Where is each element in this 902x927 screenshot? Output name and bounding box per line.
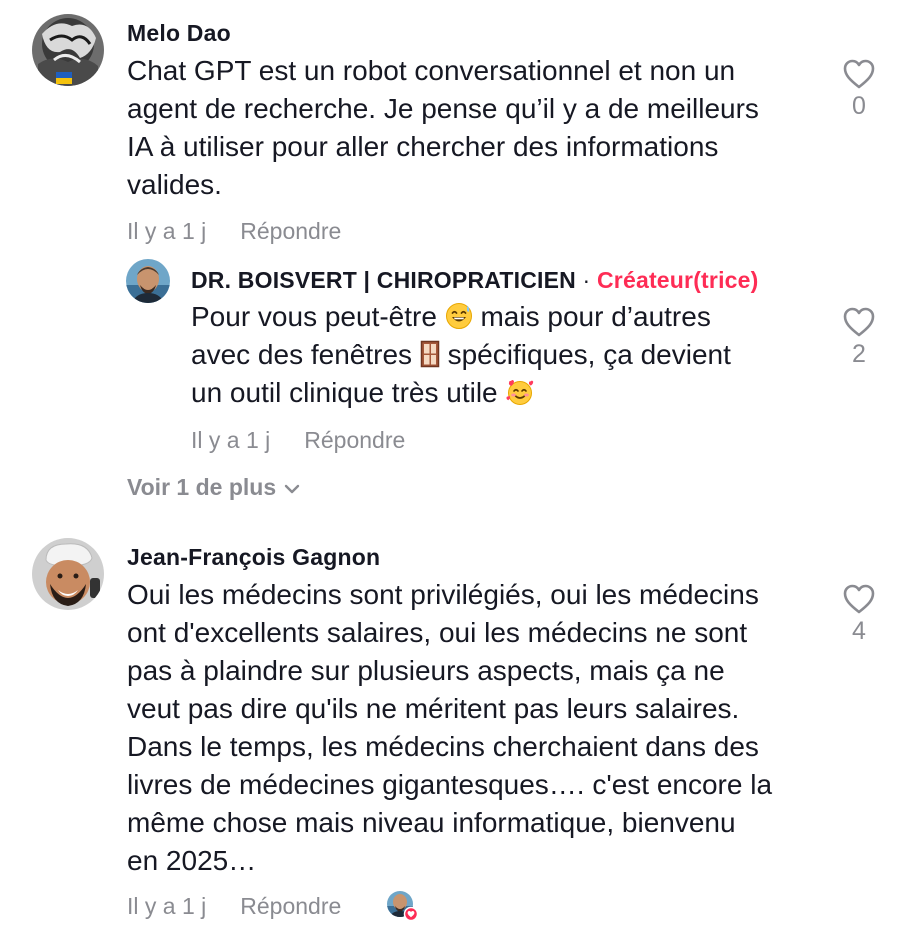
comment-line: livres de médecines gigantesques…. c'est… <box>127 769 773 800</box>
comment-line: valides. <box>127 169 222 200</box>
creator-liked-avatar-icon <box>386 890 419 922</box>
comment-time: Il y a 1 j <box>127 218 207 244</box>
avatar[interactable] <box>32 14 104 86</box>
comment-time: Il y a 1 j <box>127 893 207 919</box>
like-count: 2 <box>852 340 866 368</box>
like-button[interactable]: 2 <box>834 306 884 369</box>
smiling-hearts-emoji-icon <box>506 380 534 405</box>
reply-button[interactable]: Répondre <box>240 218 341 244</box>
like-button[interactable]: 0 <box>834 58 884 121</box>
comment-line: un outil clinique très utile <box>191 374 731 412</box>
view-more-replies-button[interactable]: Voir 1 de plus <box>127 474 300 501</box>
heart-outline-icon <box>843 59 875 89</box>
comment-line: IA à utiliser pour aller chercher des in… <box>127 131 719 162</box>
comment-text: Chat GPT est un robot conversationnel et… <box>127 52 759 204</box>
comment-time: Il y a 1 j <box>191 427 271 453</box>
comment-author[interactable]: Melo Dao <box>127 20 231 47</box>
avatar[interactable] <box>32 538 104 610</box>
avatar[interactable] <box>126 259 170 303</box>
window-emoji-icon <box>420 340 440 368</box>
view-more-label: Voir 1 de plus <box>127 474 277 500</box>
comment-line: veut pas dire qu'ils ne méritent pas leu… <box>127 693 740 724</box>
comment-line: même chose mais niveau informatique, bie… <box>127 807 736 838</box>
reply-button[interactable]: Répondre <box>240 893 341 919</box>
like-button[interactable]: 4 <box>834 583 884 646</box>
comment-line: pas à plaindre sur plusieurs aspects, ma… <box>127 655 725 686</box>
grinning-sweat-emoji-icon <box>445 303 472 329</box>
comment-text: Pour vous peut-être mais pour d’autres a… <box>191 298 731 412</box>
like-count: 0 <box>852 92 866 120</box>
comment-meta: Il y a 1 j Répondre <box>127 218 341 245</box>
comment-line: en 2025… <box>127 845 257 876</box>
separator-dot: · <box>582 267 591 293</box>
reply-author-line: DR. BOISVERT | CHIROPRATICIEN · Créateur… <box>191 267 759 294</box>
like-count: 4 <box>852 617 866 645</box>
comment-text: Oui les médecins sont privilégiés, oui l… <box>127 576 772 880</box>
creator-badge: Créateur(trice) <box>597 267 759 293</box>
comment-line: Chat GPT est un robot conversationnel et… <box>127 55 736 86</box>
comment-line: Pour vous peut-être mais pour d’autres <box>191 301 711 332</box>
comment-meta: Il y a 1 j Répondre <box>127 893 341 920</box>
comment-line: Dans le temps, les médecins cherchaient … <box>127 731 759 762</box>
comment-line: agent de recherche. Je pense qu’il y a d… <box>127 93 759 124</box>
heart-outline-icon <box>843 307 875 337</box>
comment-meta: Il y a 1 j Répondre <box>191 427 405 454</box>
comment-line: Oui les médecins sont privilégiés, oui l… <box>127 579 759 610</box>
comment-author[interactable]: DR. BOISVERT | CHIROPRATICIEN <box>191 267 576 293</box>
reply-button[interactable]: Répondre <box>304 427 405 453</box>
chevron-down-icon <box>284 484 300 494</box>
comment-line: avec des fenêtres spécifiques, ça devien… <box>191 339 731 370</box>
comment-author[interactable]: Jean-François Gagnon <box>127 544 380 571</box>
heart-outline-icon <box>843 584 875 614</box>
comment-line: ont d'excellents salaires, oui les médec… <box>127 617 748 648</box>
